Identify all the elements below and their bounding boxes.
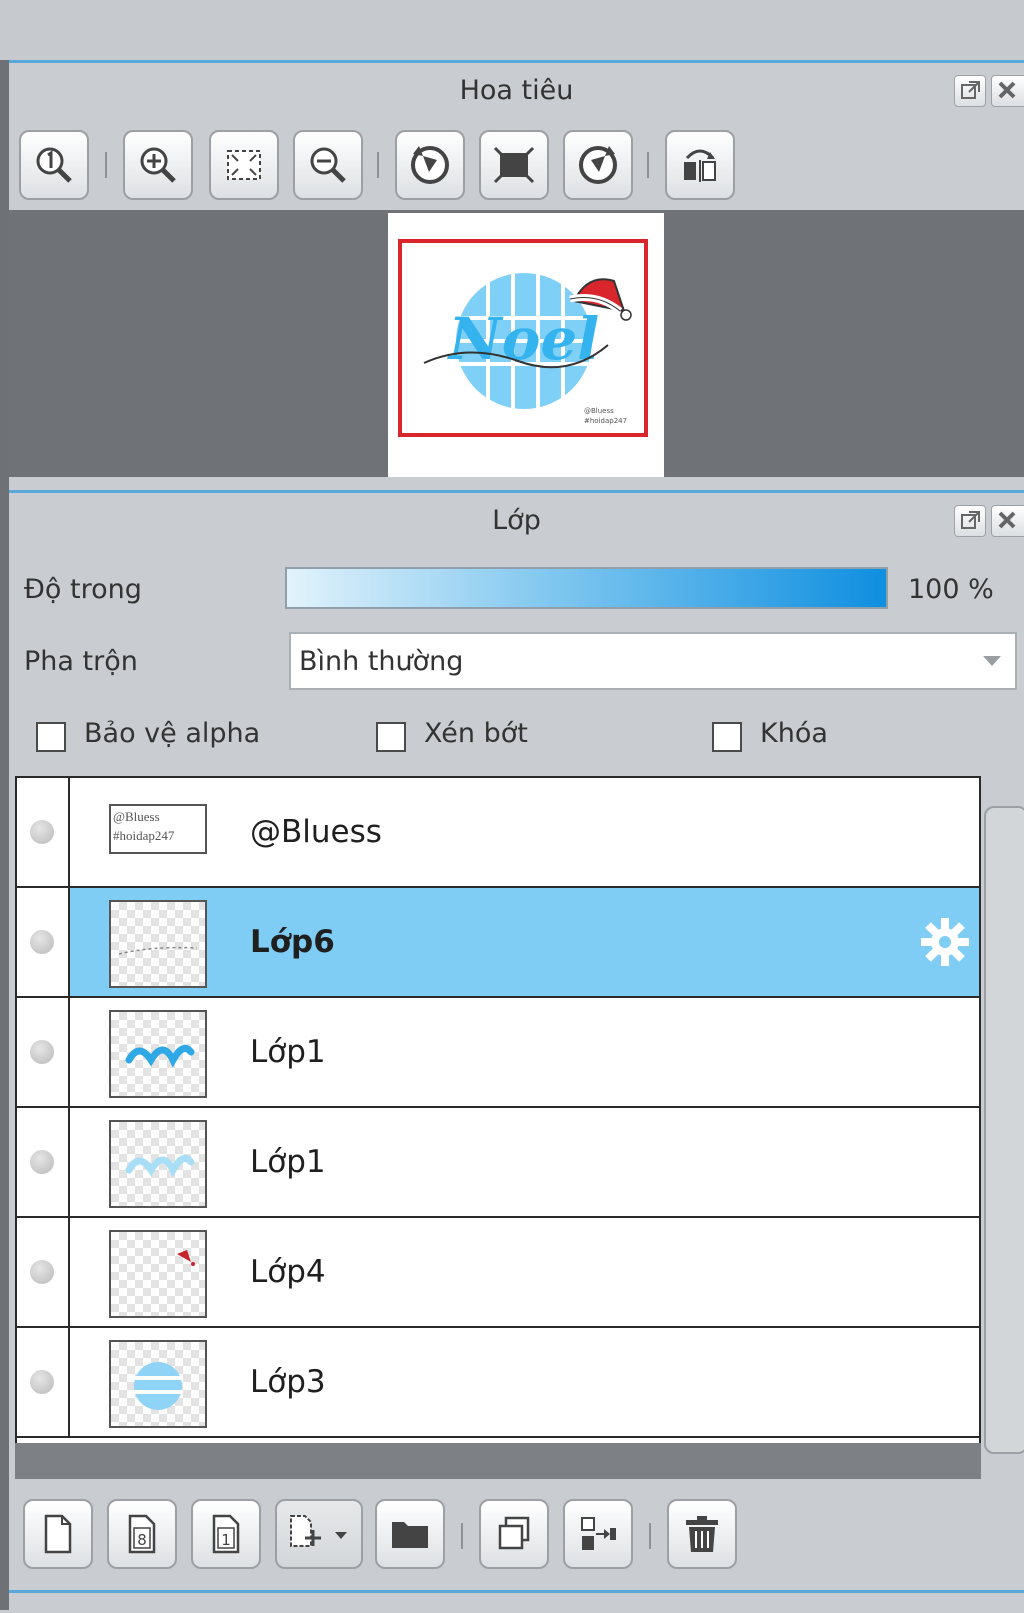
new-8bit-layer-icon[interactable]: 8 xyxy=(107,1499,177,1569)
visibility-toggle[interactable] xyxy=(17,778,70,886)
layer-name: Lớp6 xyxy=(250,924,335,960)
layer-row[interactable]: @Bluess #hoidap247 @Bluess xyxy=(17,778,979,888)
layer-row[interactable]: Lớp1 xyxy=(17,998,979,1108)
visibility-dot-icon xyxy=(30,1150,54,1174)
layers-header: Lớp xyxy=(9,490,1024,549)
rotate-left-icon[interactable] xyxy=(395,130,465,200)
duplicate-layer-icon[interactable] xyxy=(479,1499,549,1569)
gear-icon[interactable] xyxy=(919,916,971,972)
new-1bit-layer-icon[interactable]: 1 xyxy=(191,1499,261,1569)
toolbar-separator xyxy=(461,1523,463,1549)
layer-thumbnail: @Bluess #hoidap247 xyxy=(109,804,207,854)
toolbar-separator xyxy=(647,152,649,178)
layer-thumbnail xyxy=(109,1120,207,1208)
clipping-checkbox[interactable] xyxy=(376,722,406,752)
opacity-label: Độ trong xyxy=(24,574,142,605)
svg-text:1: 1 xyxy=(221,1531,231,1549)
thumbnail-text-1: @Bluess xyxy=(113,809,160,824)
layer-row-selected[interactable]: Lớp6 xyxy=(17,888,979,998)
visibility-toggle[interactable] xyxy=(17,1108,70,1216)
preview-signature-1: @Bluess xyxy=(584,407,614,415)
layer-list: @Bluess #hoidap247 @Bluess Lớp6 Lớp1 Lớp… xyxy=(15,776,981,1443)
new-folder-icon[interactable] xyxy=(375,1499,445,1569)
fit-to-window-icon[interactable] xyxy=(209,130,279,200)
layer-list-empty-area xyxy=(15,1443,981,1479)
visibility-toggle[interactable] xyxy=(17,1328,70,1436)
layer-row[interactable]: Lớp3 xyxy=(17,1328,979,1438)
visibility-toggle[interactable] xyxy=(17,1218,70,1326)
layer-thumbnail xyxy=(109,1010,207,1098)
visibility-toggle[interactable] xyxy=(17,888,70,996)
visibility-toggle[interactable] xyxy=(17,998,70,1106)
top-strip xyxy=(0,0,1024,62)
visibility-dot-icon xyxy=(30,930,54,954)
visibility-dot-icon xyxy=(30,1370,54,1394)
layer-name: Lớp1 xyxy=(250,1144,326,1180)
zoom-actual-size-icon[interactable] xyxy=(19,130,89,200)
opacity-value: 100 % xyxy=(908,574,994,605)
protect-alpha-label: Bảo vệ alpha xyxy=(84,718,261,749)
layers-toolbar: 8 1 xyxy=(9,1479,1024,1589)
visibility-dot-icon xyxy=(30,1040,54,1064)
layers-close-icon[interactable] xyxy=(991,505,1024,537)
navigator-title: Hoa tiêu xyxy=(459,75,574,106)
layers-title: Lớp xyxy=(492,505,541,536)
zoom-in-icon[interactable] xyxy=(123,130,193,200)
blend-mode-value: Bình thường xyxy=(299,646,464,677)
navigator-toolbar xyxy=(9,118,1024,210)
toolbar-separator xyxy=(649,1523,651,1549)
left-edge xyxy=(0,60,9,1610)
visibility-dot-icon xyxy=(30,1260,54,1284)
blend-label: Pha trộn xyxy=(24,646,138,677)
preview-artwork: Noel @Bluess #hoidap247 xyxy=(398,239,648,437)
lock-checkbox[interactable] xyxy=(712,722,742,752)
toolbar-separator xyxy=(377,152,379,178)
navigator-detach-icon[interactable] xyxy=(954,75,986,107)
navigator-header: Hoa tiêu xyxy=(9,60,1024,119)
preview-signature-2: #hoidap247 xyxy=(584,417,627,425)
layer-name: @Bluess xyxy=(250,814,382,850)
merge-down-icon[interactable] xyxy=(563,1499,633,1569)
toolbar-separator xyxy=(105,152,107,178)
layer-row[interactable]: Lớp4 xyxy=(17,1218,979,1328)
layer-thumbnail xyxy=(109,1340,207,1428)
navigator-close-icon[interactable] xyxy=(991,75,1024,107)
reset-rotation-icon[interactable] xyxy=(479,130,549,200)
thumbnail-text-2: #hoidap247 xyxy=(113,828,175,843)
layers-detach-icon[interactable] xyxy=(954,505,986,537)
svg-text:8: 8 xyxy=(137,1531,147,1549)
layer-row[interactable]: Lớp1 xyxy=(17,1108,979,1218)
add-layer-dropdown-icon[interactable] xyxy=(275,1499,363,1569)
navigator-preview[interactable]: Noel @Bluess #hoidap247 xyxy=(388,213,664,477)
blend-mode-select[interactable]: Bình thường xyxy=(289,632,1017,690)
layer-thumbnail xyxy=(109,1230,207,1318)
chevron-down-icon xyxy=(983,656,1001,666)
scrollbar-thumb[interactable] xyxy=(984,806,1024,1454)
layer-name: Lớp1 xyxy=(250,1034,326,1070)
lock-label: Khóa xyxy=(760,718,828,749)
opacity-slider[interactable] xyxy=(285,567,888,609)
new-layer-icon[interactable] xyxy=(23,1499,93,1569)
visibility-dot-icon xyxy=(30,820,54,844)
clipping-label: Xén bớt xyxy=(424,718,528,749)
rotate-right-icon[interactable] xyxy=(563,130,633,200)
protect-alpha-checkbox[interactable] xyxy=(36,722,66,752)
layer-name: Lớp4 xyxy=(250,1254,326,1290)
delete-layer-icon[interactable] xyxy=(667,1499,737,1569)
flip-horizontal-icon[interactable] xyxy=(665,130,735,200)
zoom-out-icon[interactable] xyxy=(293,130,363,200)
layer-name: Lớp3 xyxy=(250,1364,326,1400)
layer-thumbnail xyxy=(109,900,207,988)
